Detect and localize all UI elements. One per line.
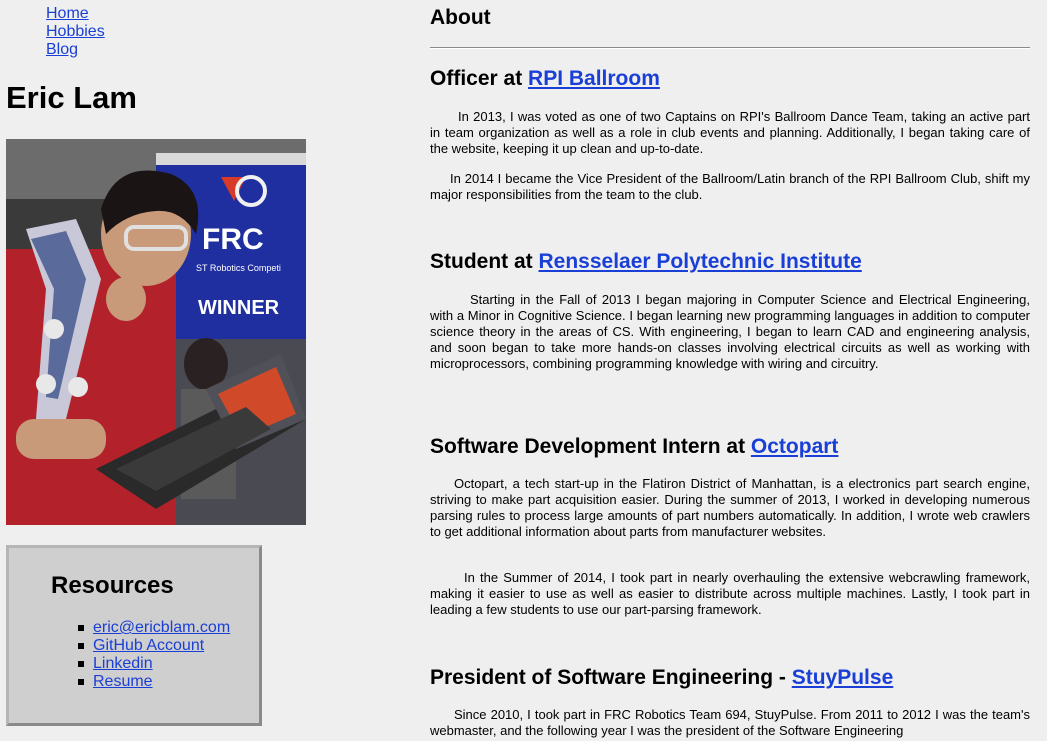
- linkedin-link[interactable]: Linkedin: [93, 655, 153, 672]
- octopart-link[interactable]: Octopart: [751, 435, 839, 458]
- paragraph-octopart-2: In the Summer of 2014, I took part in ne…: [430, 570, 1030, 617]
- page: Home Hobbies Blog Eric Lam FRC ST Roboti…: [0, 0, 1047, 741]
- site-name: Eric Lam: [6, 80, 137, 115]
- left-column: Home Hobbies Blog Eric Lam FRC ST Roboti…: [0, 0, 330, 741]
- paragraph-ballroom-2: In 2014 I became the Vice President of t…: [430, 171, 1030, 202]
- divider: [430, 47, 1030, 49]
- resources-item-resume: Resume: [77, 673, 230, 691]
- paragraph-ballroom-1: In 2013, I was voted as one of two Capta…: [430, 109, 1030, 156]
- resources-title: Resources: [51, 572, 174, 599]
- section-title-rpi-ballroom: Officer at RPI Ballroom: [430, 67, 660, 91]
- profile-photo-illustration: FRC ST Robotics Competi WINNER: [6, 139, 306, 525]
- section-title-stuypulse: President of Software Engineering - Stuy…: [430, 666, 893, 690]
- stuypulse-link[interactable]: StuyPulse: [792, 666, 894, 689]
- email-link[interactable]: eric@ericblam.com: [93, 619, 230, 636]
- svg-text:ST Robotics Competi: ST Robotics Competi: [196, 263, 281, 273]
- github-link[interactable]: GitHub Account: [93, 637, 204, 654]
- nav-link-hobbies[interactable]: Hobbies: [46, 23, 105, 40]
- rpi-ballroom-link[interactable]: RPI Ballroom: [528, 67, 660, 90]
- paragraph-octopart-1: Octopart, a tech start-up in the Flatiro…: [430, 476, 1030, 539]
- nav-item-home: Home: [46, 5, 105, 23]
- section-title-octopart: Software Development Intern at Octopart: [430, 435, 838, 459]
- svg-text:FRC: FRC: [202, 223, 264, 256]
- about-heading: About: [430, 6, 491, 29]
- rpi-link[interactable]: Rensselaer Polytechnic Institute: [539, 250, 862, 273]
- nav-item-blog: Blog: [46, 41, 105, 59]
- section-title-prefix: Officer at: [430, 67, 529, 90]
- section-title-prefix: Software Development Intern at: [430, 435, 751, 458]
- resume-link[interactable]: Resume: [93, 673, 153, 690]
- section-title-prefix: Student at: [430, 250, 539, 273]
- profile-photo: FRC ST Robotics Competi WINNER: [6, 139, 306, 525]
- paragraph-stuypulse-1: Since 2010, I took part in FRC Robotics …: [430, 707, 1030, 738]
- resources-item-linkedin: Linkedin: [77, 655, 230, 673]
- section-title-prefix: President of Software Engineering -: [430, 666, 792, 689]
- svg-text:WINNER: WINNER: [198, 297, 280, 319]
- nav-link-blog[interactable]: Blog: [46, 41, 78, 58]
- resources-box: Resources eric@ericblam.com GitHub Accou…: [6, 545, 262, 726]
- nav-link-home[interactable]: Home: [46, 5, 89, 22]
- nav-item-hobbies: Hobbies: [46, 23, 105, 41]
- resources-item-email: eric@ericblam.com: [77, 619, 230, 637]
- paragraph-rpi-1: Starting in the Fall of 2013 I began maj…: [430, 292, 1030, 371]
- section-title-rpi: Student at Rensselaer Polytechnic Instit…: [430, 250, 862, 274]
- main-nav: Home Hobbies Blog: [46, 5, 105, 59]
- resources-item-github: GitHub Account: [77, 637, 230, 655]
- resources-list: eric@ericblam.com GitHub Account Linkedi…: [77, 619, 230, 691]
